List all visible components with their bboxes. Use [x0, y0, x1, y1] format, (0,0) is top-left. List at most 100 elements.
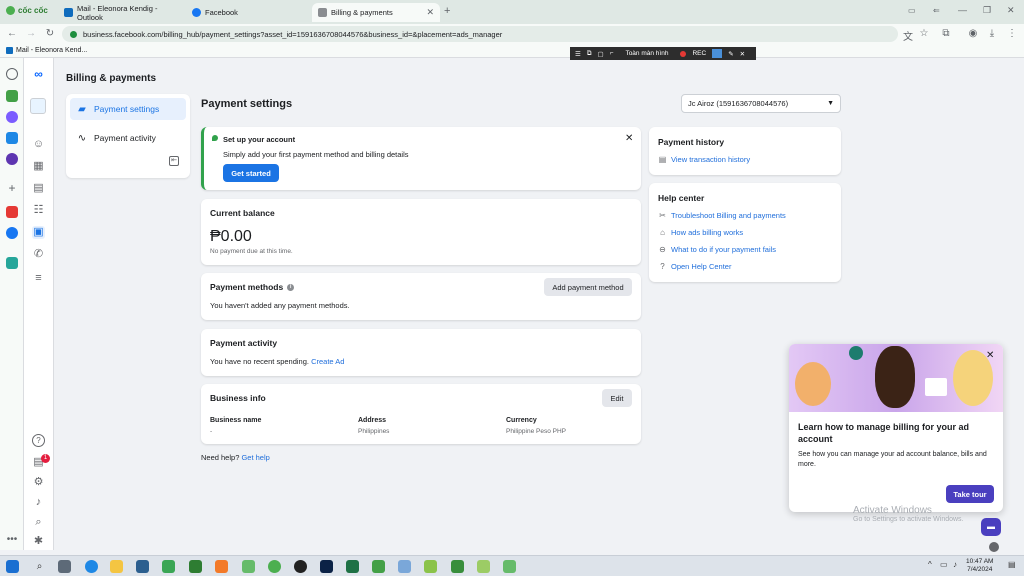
recorder-menu-icon[interactable]: ☰ [575, 50, 581, 58]
profile-icon[interactable]: ◉ [967, 28, 979, 39]
settings-gear-icon[interactable]: ⚙ [32, 476, 45, 489]
app-taskbar-icon-5[interactable] [372, 560, 385, 573]
network-icon[interactable]: ▭ [940, 560, 948, 569]
nav-payment-settings[interactable]: ▰ Payment settings [70, 98, 186, 120]
recorder-color-swatch[interactable] [712, 49, 723, 58]
close-window-icon[interactable]: ✕ [1007, 5, 1015, 16]
pages-icon[interactable]: ▤ [32, 182, 45, 195]
back-list-icon[interactable]: ⇐ [933, 6, 940, 15]
edit-business-button[interactable]: Edit [602, 389, 632, 407]
create-ad-link[interactable]: Create Ad [311, 357, 344, 366]
excel-icon[interactable] [346, 560, 359, 573]
billing-nav-icon[interactable]: ▣ [32, 226, 45, 239]
close-icon[interactable]: ✕ [625, 133, 633, 144]
recorder-pen-icon[interactable]: ✎ [728, 50, 733, 58]
app-taskbar-icon-6[interactable] [398, 560, 411, 573]
collapse-panel-icon[interactable]: ⇤ [169, 156, 179, 166]
people-icon[interactable]: ☷ [32, 204, 45, 217]
app-taskbar-icon-3[interactable] [215, 560, 228, 573]
help-link-open-help-center[interactable]: ? Open Help Center [658, 262, 731, 271]
add-app-icon[interactable]: + [6, 182, 18, 194]
file-explorer-icon[interactable] [110, 560, 123, 573]
tab-facebook[interactable]: Facebook [186, 3, 304, 22]
table-icon[interactable]: ▦ [32, 160, 45, 173]
get-started-button[interactable]: Get started [223, 164, 279, 182]
edge-icon[interactable] [85, 560, 98, 573]
close-tab-icon[interactable]: ✕ [426, 7, 434, 18]
url-input[interactable]: business.facebook.com/billing_hub/paymen… [62, 26, 898, 42]
chart-app-icon[interactable] [6, 132, 18, 144]
app-taskbar-icon-9[interactable] [477, 560, 490, 573]
history-icon[interactable] [6, 68, 18, 80]
help-link-how-billing-works[interactable]: ⌂ How ads billing works [658, 228, 743, 237]
account-avatar[interactable] [30, 98, 46, 114]
back-icon[interactable]: ← [6, 28, 18, 39]
take-tour-button[interactable]: Take tour [946, 485, 994, 503]
youtube-icon[interactable] [6, 206, 18, 218]
ai-assistant-icon[interactable] [6, 90, 18, 102]
get-help-link[interactable]: Get help [241, 453, 269, 462]
view-transaction-history-link[interactable]: ▤ View transaction history [658, 155, 750, 164]
bell-icon[interactable]: ♪ [32, 496, 45, 509]
browser-logo[interactable]: cốc cốc [6, 6, 48, 15]
forward-icon[interactable]: → [25, 28, 37, 39]
info-icon[interactable]: i [287, 283, 295, 291]
obs-icon[interactable] [294, 560, 307, 573]
tab-search-icon[interactable]: ▭ [908, 6, 916, 15]
game-app-icon[interactable] [6, 257, 18, 269]
search-icon[interactable]: ⌕ [32, 516, 45, 529]
search-app-icon[interactable] [6, 153, 18, 165]
coccoc-taskbar-icon[interactable] [162, 560, 175, 573]
recorder-window-icon[interactable]: ⧉ [587, 50, 592, 58]
chrome-taskbar-icon[interactable] [268, 560, 281, 573]
browser-taskbar-icon-2[interactable] [189, 560, 202, 573]
windows-start-icon[interactable] [6, 560, 19, 573]
more-apps-icon[interactable]: ••• [6, 534, 18, 546]
bookmark-mail[interactable]: Mail - Eleonora Kend... [6, 47, 87, 54]
tab-billing[interactable]: Billing & payments ✕ [312, 3, 440, 22]
recorder-region-icon[interactable]: ▢ [597, 50, 603, 58]
taskbar-clock[interactable]: 10:47 AM 7/4/2024 [966, 558, 993, 574]
fullscreen-mode-label[interactable]: Toàn màn hình [625, 50, 668, 57]
tray-chevron-icon[interactable]: ^ [928, 560, 932, 569]
app-taskbar-icon-10[interactable] [503, 560, 516, 573]
close-popup-icon[interactable]: ✕ [986, 350, 994, 361]
hamburger-menu-icon[interactable]: ≡ [32, 272, 45, 285]
maximize-icon[interactable]: ❐ [983, 5, 991, 16]
taskbar-search-icon[interactable]: ⌕ [33, 560, 46, 573]
recorder-close-icon[interactable]: ✕ [740, 50, 745, 58]
task-view-icon[interactable] [58, 560, 71, 573]
recorder-crop-icon[interactable]: ⌐ [610, 50, 614, 57]
megaphone-icon[interactable]: ✆ [32, 248, 45, 261]
facebook-app-icon[interactable] [6, 227, 18, 239]
chat-support-icon[interactable]: ▬ [981, 518, 1001, 536]
menu-icon[interactable]: ⋮ [1006, 28, 1018, 39]
translate-icon[interactable]: 文 [902, 28, 914, 43]
photoshop-icon[interactable] [320, 560, 333, 573]
tab-outlook[interactable]: Mail - Eleonora Kendig - Outlook [58, 3, 186, 22]
notification-center-icon[interactable]: ▤ [1008, 560, 1016, 569]
globe-icon[interactable] [989, 542, 999, 552]
smiley-icon[interactable]: ☺ [32, 138, 45, 151]
bookmark-star-icon[interactable]: ☆ [918, 28, 930, 39]
reload-icon[interactable]: ↻ [44, 28, 56, 39]
app-taskbar-icon-4[interactable] [242, 560, 255, 573]
bug-report-icon[interactable]: ✱ [32, 535, 45, 548]
add-payment-method-button[interactable]: Add payment method [544, 278, 632, 296]
store-icon[interactable] [136, 560, 149, 573]
record-button[interactable]: REC [692, 50, 706, 57]
ad-account-selector[interactable]: Jc Airoz (1591636708044576) ▼ [681, 94, 841, 113]
download-icon[interactable]: ⤓ [986, 28, 998, 39]
app-taskbar-icon-8[interactable] [451, 560, 464, 573]
app-taskbar-icon-7[interactable] [424, 560, 437, 573]
new-tab-icon[interactable]: + [444, 5, 450, 17]
help-link-payment-fails[interactable]: ⊖ What to do if your payment fails [658, 245, 776, 254]
nav-payment-activity[interactable]: ∿ Payment activity [70, 127, 186, 149]
minimize-icon[interactable]: — [958, 5, 967, 15]
messenger-icon[interactable] [6, 111, 18, 123]
help-icon[interactable]: ? [32, 434, 45, 447]
help-link-troubleshoot[interactable]: ✂ Troubleshoot Billing and payments [658, 211, 786, 220]
volume-icon[interactable]: ♪ [953, 560, 957, 569]
extensions-icon[interactable]: ⧉ [940, 28, 952, 39]
meta-logo-icon[interactable]: ∞ [32, 68, 45, 81]
